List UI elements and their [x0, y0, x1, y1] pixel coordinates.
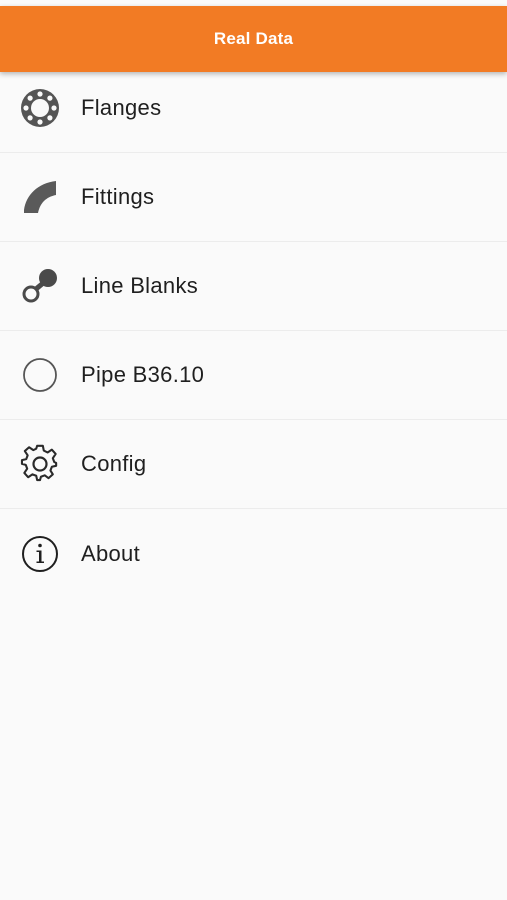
menu-item-label: About: [81, 540, 140, 566]
menu-item-label: Flanges: [81, 95, 162, 120]
line-blank-icon: [20, 266, 60, 306]
menu-item-fittings[interactable]: Fittings: [0, 153, 507, 242]
menu-item-pipe[interactable]: Pipe B36.10: [0, 331, 507, 420]
menu-item-label: Fittings: [81, 184, 155, 209]
info-icon: [20, 534, 60, 574]
app-screen: Real Data Flanges Fittings Line Blanks P…: [0, 0, 507, 900]
menu-item-label: Pipe B36.10: [81, 362, 205, 387]
app-title: Real Data: [213, 29, 294, 48]
elbow-fitting-icon: [20, 177, 60, 217]
menu-item-label: Line Blanks: [81, 273, 199, 298]
menu-item-label: Config: [81, 451, 147, 476]
main-menu: Flanges Fittings Line Blanks Pipe B36.10…: [0, 64, 507, 598]
menu-item-line-blanks[interactable]: Line Blanks: [0, 242, 507, 331]
menu-item-flanges[interactable]: Flanges: [0, 64, 507, 153]
app-bar: Real Data: [0, 6, 507, 72]
menu-item-about[interactable]: About: [0, 509, 507, 598]
menu-item-config[interactable]: Config: [0, 420, 507, 509]
pipe-circle-icon: [20, 355, 60, 395]
flange-icon: [20, 88, 60, 128]
gear-icon: [20, 444, 60, 484]
